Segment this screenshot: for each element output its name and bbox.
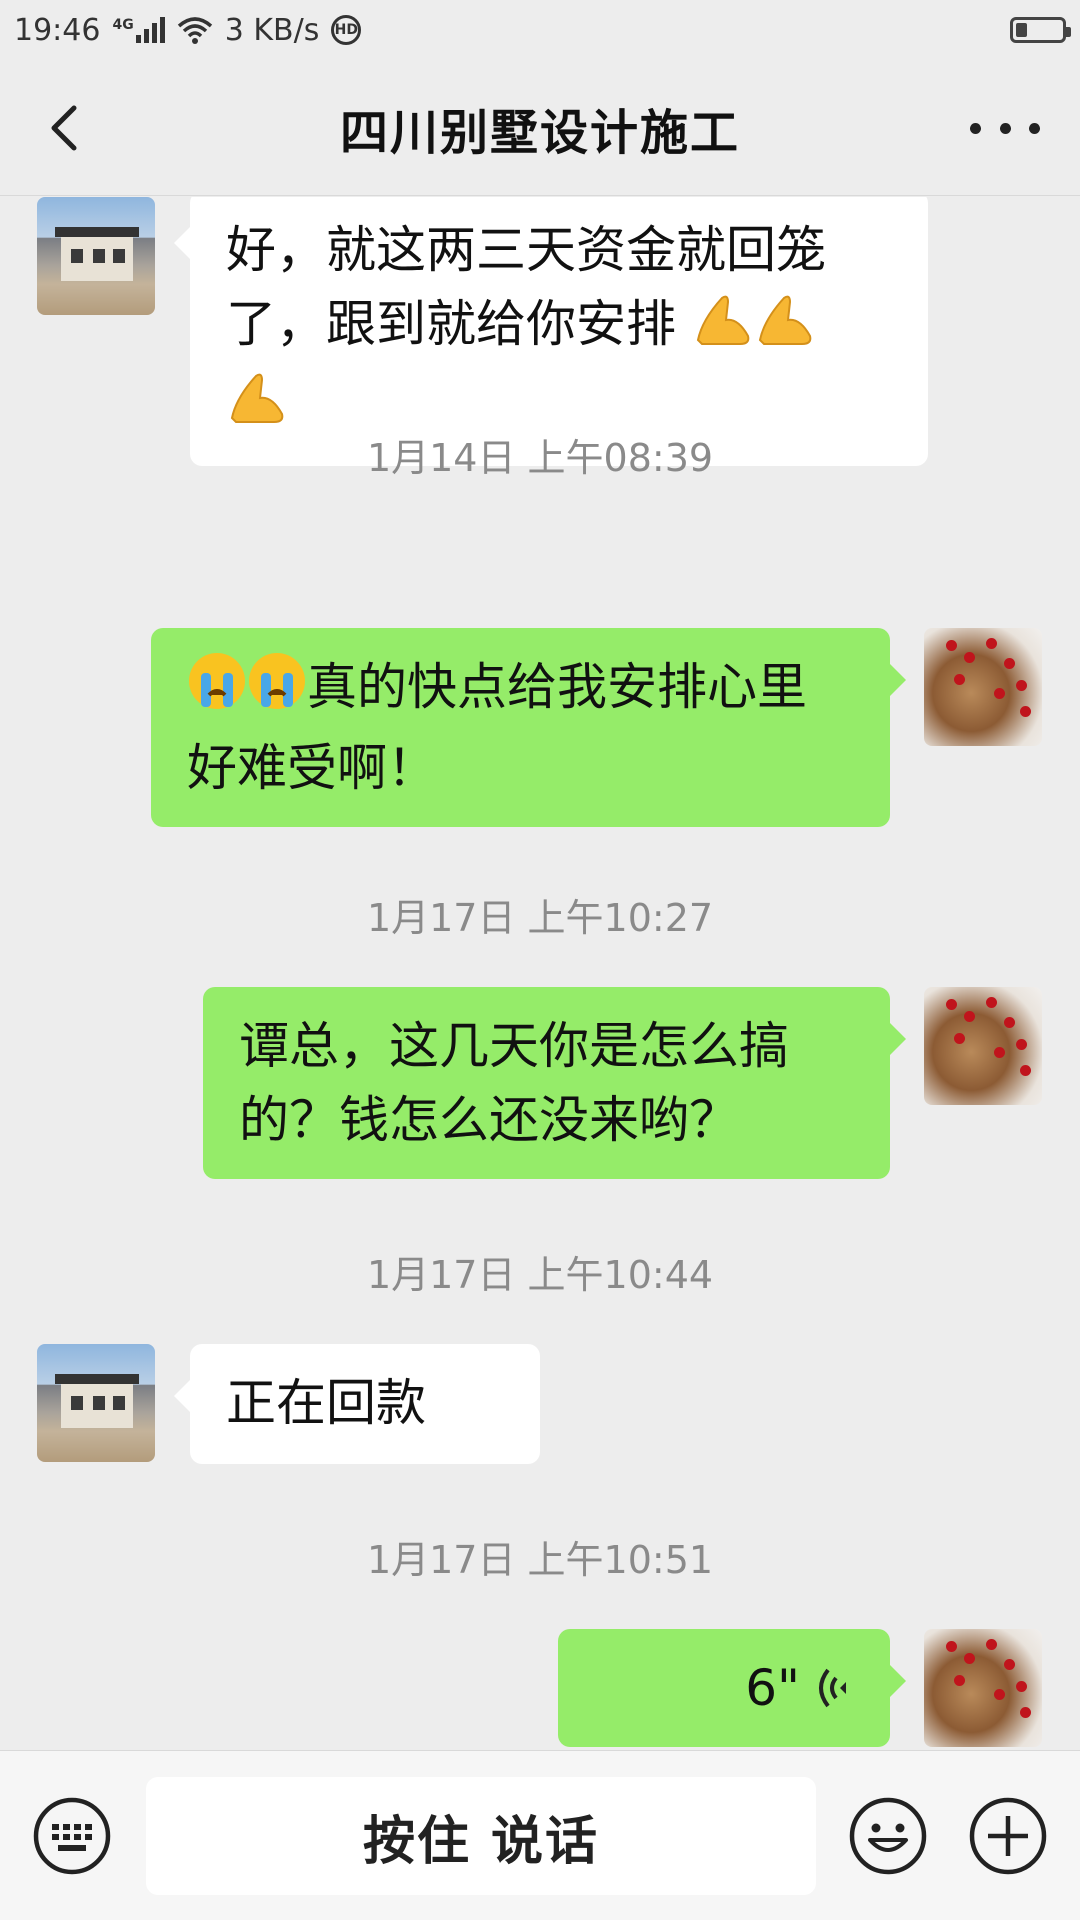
message-bubble-outgoing[interactable]: 真的快点给我安排心里 好难受啊！ (151, 628, 906, 827)
my-avatar[interactable] (924, 1629, 1042, 1747)
input-bar: 按住 说话 (0, 1750, 1080, 1920)
message-text-line: 好难受啊！ (187, 738, 437, 797)
folded-hands-emoji-icon (692, 290, 754, 366)
chat-header: 四川别墅设计施工 (0, 60, 1080, 196)
battery-fill (1016, 23, 1028, 37)
hd-label: HD (334, 22, 358, 38)
my-avatar[interactable] (924, 628, 1042, 746)
message-text-line: 的？钱怎么还没来哟？ (239, 1091, 739, 1149)
message-bubble-incoming[interactable]: 好，就这两三天资金就回笼 了，跟到就给你安排 (174, 197, 928, 466)
folded-hands-emoji-icon (754, 290, 816, 366)
network-type: 4G (112, 17, 134, 33)
status-bar: 19:46 4G 3 KB/s HD (0, 0, 1080, 60)
message-timestamp: 1月17日 上午10:51 (366, 1538, 714, 1582)
plus-icon[interactable] (968, 1796, 1048, 1876)
chat-title: 四川别墅设计施工 (339, 104, 740, 161)
loudly-crying-emoji-icon (247, 651, 307, 731)
message-text: 正在回款 (226, 1374, 426, 1432)
hd-icon: HD (331, 15, 362, 45)
voice-wave-icon (819, 1668, 846, 1708)
message-timestamp: 1月17日 上午10:27 (366, 896, 714, 940)
smiley-icon[interactable] (848, 1796, 928, 1876)
message-timestamp: 1月14日 上午08:39 (366, 436, 714, 480)
contact-avatar[interactable] (37, 1344, 155, 1462)
message-bubble-outgoing[interactable]: 谭总，这几天你是怎么搞 的？钱怎么还没来哟？ (203, 987, 906, 1179)
message-timestamp: 1月17日 上午10:44 (366, 1253, 714, 1297)
message-text-line: 好，就这两三天资金就回笼 (226, 221, 826, 279)
more-dots-icon[interactable] (970, 108, 1040, 148)
keyboard-icon[interactable] (32, 1796, 112, 1876)
my-avatar[interactable] (924, 987, 1042, 1105)
network-speed: 3 KB/s (224, 12, 320, 48)
contact-avatar[interactable] (37, 197, 155, 315)
message-bubble-incoming[interactable]: 正在回款 (174, 1344, 540, 1464)
hold-to-talk-button[interactable]: 按住 说话 (146, 1777, 816, 1895)
message-text-line: 谭总，这几天你是怎么搞 (239, 1017, 789, 1075)
loudly-crying-emoji-icon (187, 651, 247, 731)
message-text-line: 真的快点给我安排心里 (307, 658, 807, 716)
chevron-left-icon[interactable] (40, 100, 96, 156)
battery-icon (1010, 17, 1071, 43)
network-signal-icon: 4G (112, 17, 165, 43)
message-text-line: 了，跟到就给你安排 (226, 295, 676, 353)
voice-message-bubble[interactable]: 6" (558, 1629, 906, 1747)
voice-duration: 6" (745, 1659, 800, 1717)
status-time: 19:46 (14, 12, 101, 48)
wifi-icon (177, 17, 212, 44)
message-list[interactable]: 好，就这两三天资金就回笼 了，跟到就给你安排 1月14日 上午08:39 真的快… (0, 197, 1080, 1750)
